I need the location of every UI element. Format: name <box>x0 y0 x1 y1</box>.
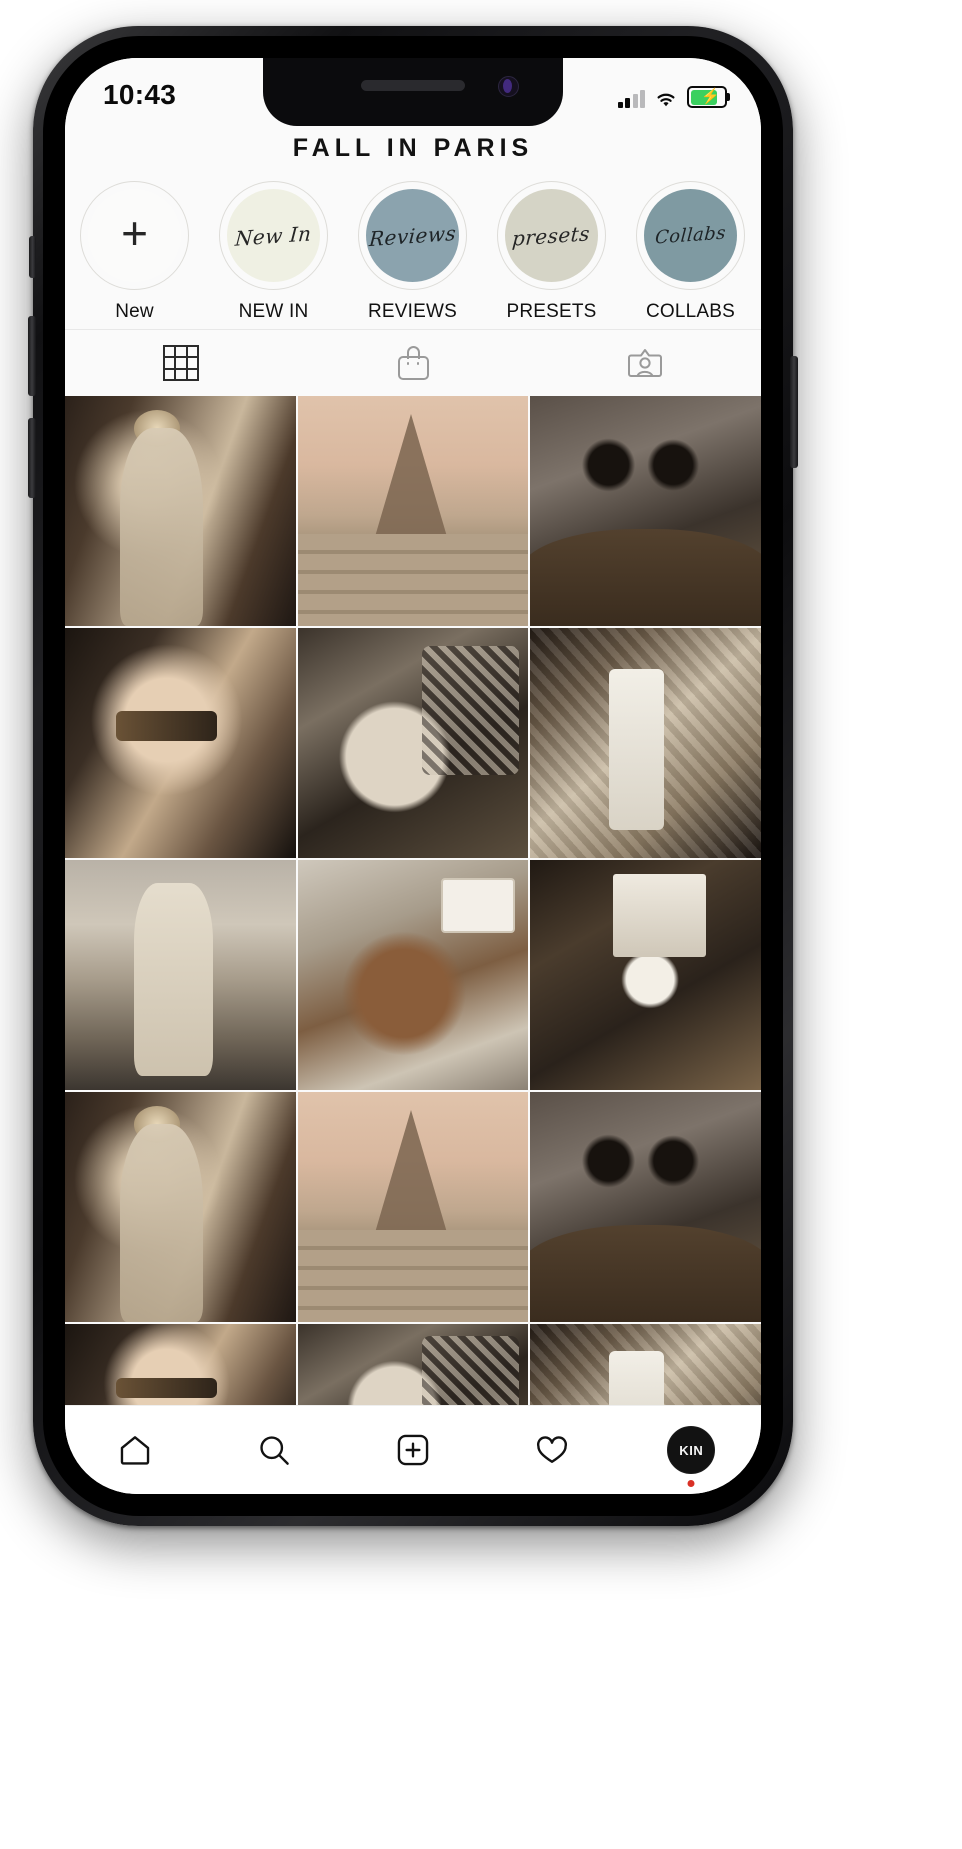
home-icon <box>120 1436 149 1465</box>
grid-photo[interactable] <box>530 860 761 1090</box>
tab-shop[interactable] <box>297 330 529 396</box>
highlight-label: PRESETS <box>506 301 597 322</box>
avatar[interactable]: KIN <box>667 1426 716 1474</box>
volume-down-button[interactable] <box>28 418 36 498</box>
avatar-label: KIN <box>679 1442 704 1458</box>
add-post-icon <box>397 1434 429 1466</box>
tab-posts[interactable] <box>65 330 297 396</box>
nav-profile[interactable]: KIN <box>660 1419 722 1487</box>
earpiece-speaker <box>361 80 465 91</box>
grid-photo[interactable] <box>530 396 761 626</box>
highlight-cover-text: Reviews <box>368 220 457 251</box>
shopping-bag-icon <box>397 346 429 380</box>
nav-create[interactable] <box>382 1419 444 1481</box>
grid-photo[interactable] <box>65 396 296 626</box>
grid-photo[interactable] <box>65 1324 296 1411</box>
highlight-cover: New In <box>227 189 320 282</box>
cellular-signal-icon <box>617 90 645 108</box>
highlight-label: New <box>115 301 154 322</box>
highlight-ring: + <box>80 181 189 290</box>
highlight-presets[interactable]: presets PRESETS <box>482 181 621 323</box>
highlight-label: NEW IN <box>238 301 309 322</box>
wifi-icon <box>654 90 678 108</box>
search-icon <box>260 1436 289 1465</box>
highlight-label: COLLABS <box>645 301 736 322</box>
grid-photo[interactable] <box>65 860 296 1090</box>
plus-icon: + <box>121 206 148 259</box>
screenshot-canvas: 10:43 ⚡ FALL IN PARIS + New New In NEW I… <box>0 0 962 1849</box>
page-title: FALL IN PARIS <box>65 130 761 165</box>
highlight-cover: Reviews <box>366 189 459 282</box>
highlight-cover: + <box>88 189 181 282</box>
grid-photo[interactable] <box>65 628 296 858</box>
grid-photo[interactable] <box>530 628 761 858</box>
grid-photo[interactable] <box>297 1324 529 1411</box>
grid-icon <box>163 345 199 381</box>
power-button[interactable] <box>790 356 798 468</box>
highlight-ring: New In <box>219 181 328 290</box>
highlight-ring: Collabs <box>636 181 745 290</box>
story-highlights-row[interactable]: + New New In NEW IN Reviews REVIEWS pres… <box>65 165 761 329</box>
nav-search[interactable] <box>243 1419 305 1481</box>
highlight-ring: Reviews <box>358 181 467 290</box>
phone-screen: 10:43 ⚡ FALL IN PARIS + New New In NEW I… <box>65 58 761 1494</box>
grid-photo[interactable] <box>297 396 529 626</box>
tagged-photos-icon <box>628 347 662 379</box>
highlight-collabs[interactable]: Collabs COLLABS <box>621 181 760 323</box>
volume-up-button[interactable] <box>28 316 36 396</box>
battery-charging-icon: ⚡ <box>687 86 730 108</box>
highlight-new-in[interactable]: New In NEW IN <box>204 181 343 323</box>
highlight-cover: Collabs <box>644 189 737 282</box>
highlight-cover-text: presets <box>511 220 592 251</box>
grid-photo[interactable] <box>297 860 529 1090</box>
device-notch <box>263 58 563 126</box>
grid-photo[interactable] <box>65 1092 296 1322</box>
photo-grid[interactable] <box>65 396 761 1411</box>
highlight-cover-text: Collabs <box>654 222 727 249</box>
grid-photo[interactable] <box>530 1092 761 1322</box>
nav-home[interactable] <box>104 1419 166 1481</box>
highlight-new[interactable]: + New <box>65 181 204 323</box>
status-clock: 10:43 <box>103 79 177 110</box>
highlight-cover-text: New In <box>234 220 313 251</box>
status-indicators: ⚡ <box>617 84 730 108</box>
grid-photo[interactable] <box>297 1092 529 1322</box>
highlight-label: REVIEWS <box>367 301 458 322</box>
notification-badge <box>687 1480 695 1487</box>
tab-tagged[interactable] <box>529 330 761 396</box>
mute-switch[interactable] <box>29 236 36 278</box>
heart-icon <box>537 1436 568 1463</box>
highlight-reviews[interactable]: Reviews REVIEWS <box>343 181 482 323</box>
phone-device: 10:43 ⚡ FALL IN PARIS + New New In NEW I… <box>28 26 798 1526</box>
content-tab-bar[interactable] <box>65 329 761 396</box>
grid-photo[interactable] <box>297 628 529 858</box>
bottom-navigation-bar[interactable]: KIN <box>65 1405 761 1494</box>
highlight-cover: presets <box>505 189 598 282</box>
highlight-ring: presets <box>497 181 606 290</box>
grid-photo[interactable] <box>530 1324 761 1411</box>
nav-activity[interactable] <box>521 1419 583 1481</box>
front-camera-icon <box>498 76 519 97</box>
